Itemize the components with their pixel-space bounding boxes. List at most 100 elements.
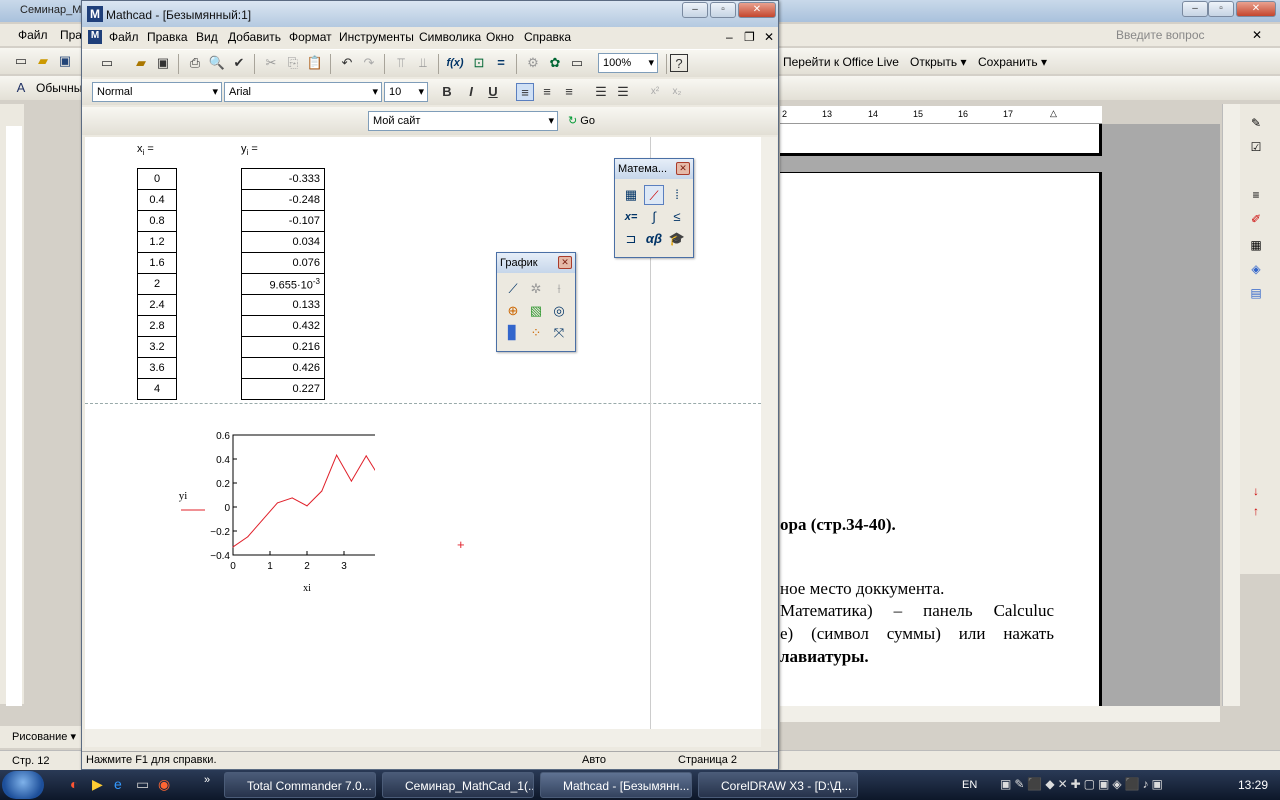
programming-icon[interactable]: ⊐	[621, 229, 641, 249]
spell-check-icon[interactable]: ✔	[230, 54, 248, 72]
insert-function-icon[interactable]: f(x)	[446, 54, 464, 72]
paste-icon[interactable]: 📋	[306, 54, 324, 72]
word-maximize-button[interactable]: ▫	[1208, 1, 1234, 17]
matrix-icon[interactable]: ⁞	[667, 185, 687, 205]
evaluation-icon[interactable]: x=	[621, 207, 641, 227]
open-icon[interactable]: ▰	[132, 54, 150, 72]
align-left-icon[interactable]: ≡	[516, 83, 534, 101]
menu-tools[interactable]: Инструменты	[339, 30, 414, 44]
menu-symbolics[interactable]: Символика	[419, 30, 481, 44]
worksheet-vertical-scrollbar[interactable]	[761, 137, 777, 729]
polar-plot-icon[interactable]: ⊕	[503, 301, 523, 321]
quicklaunch-more-icon[interactable]: »	[204, 774, 210, 786]
redo-icon[interactable]: ↷	[360, 54, 378, 72]
trace-icon[interactable]: ⟊	[549, 279, 569, 299]
menu-window[interactable]: Окно	[486, 30, 514, 44]
graph-palette[interactable]: График ✕ ⟋ ✲ ⟊ ⊕ ▧ ◎ ▊ ⁘ ⤧	[496, 252, 576, 352]
word-menu-edit[interactable]: Пра	[60, 28, 82, 42]
taskbar-item-totalcmd[interactable]: Total Commander 7.0...	[224, 772, 376, 798]
graph-palette-close-icon[interactable]: ✕	[558, 256, 572, 269]
mathcad-maximize-button[interactable]: ▫	[710, 2, 736, 18]
pen-color-icon[interactable]: ✐	[1248, 212, 1264, 226]
menu-help[interactable]: Справка	[524, 30, 571, 44]
new-icon[interactable]: ▭	[98, 54, 116, 72]
word-menu-file[interactable]: Файл	[18, 28, 48, 42]
italic-icon[interactable]: I	[462, 83, 480, 101]
graph-palette-header[interactable]: График ✕	[497, 253, 575, 273]
save-menu[interactable]: Сохранить ▾	[978, 55, 1047, 69]
surface-plot-icon[interactable]: ▧	[526, 301, 546, 321]
doc-close-icon[interactable]: ✕	[764, 30, 774, 44]
office-live-link[interactable]: Перейти к Office Live	[783, 55, 899, 69]
taskbar-item-coreldraw[interactable]: CorelDRAW X3 - [D:\Д...	[698, 772, 858, 798]
indent-marker-icon[interactable]: △	[1050, 108, 1057, 119]
mathcad-titlebar[interactable]: M Mathcad - [Безымянный:1] – ▫ ✕	[82, 1, 778, 27]
menu-edit[interactable]: Правка	[147, 30, 188, 44]
word-vertical-scrollbar[interactable]	[1222, 104, 1240, 706]
open-folder-icon[interactable]: ▰	[34, 52, 52, 70]
math-palette-header[interactable]: Матема... ✕	[615, 159, 693, 179]
align-center-icon[interactable]: ≡	[538, 83, 556, 101]
word-minimize-button[interactable]: –	[1182, 1, 1208, 17]
borders-icon[interactable]: ▦	[1248, 238, 1264, 252]
menu-format[interactable]: Формат	[289, 30, 332, 44]
align-top-icon[interactable]: ⫪	[392, 54, 410, 72]
save-icon[interactable]: ▣	[56, 52, 74, 70]
bold-icon[interactable]: B	[438, 83, 456, 101]
graph-palette-icon[interactable]: ⟋	[644, 185, 664, 205]
calculate-icon[interactable]: =	[492, 54, 510, 72]
math-palette[interactable]: Матема... ✕ ▦ ⟋ ⁞ x= ∫ ≤ ⊐ αβ 🎓	[614, 158, 694, 258]
underline-icon[interactable]: U	[484, 83, 502, 101]
window-icon[interactable]: ▭	[568, 54, 586, 72]
bar-plot-icon[interactable]: ▊	[503, 323, 523, 343]
quicklaunch-chrome-icon[interactable]: ◉	[158, 776, 170, 793]
calculator-icon[interactable]: ▦	[621, 185, 641, 205]
start-button[interactable]	[2, 771, 44, 799]
quicklaunch-desktop-icon[interactable]: ▭	[136, 776, 149, 793]
subscript-icon[interactable]: x₂	[668, 83, 686, 101]
open-menu[interactable]: Открыть ▾	[910, 55, 967, 69]
zoom-select[interactable]: 100%	[598, 53, 658, 73]
font-select[interactable]: Arial	[224, 82, 382, 102]
doc-minimize-icon[interactable]: –	[726, 30, 733, 44]
menu-file[interactable]: Файл	[109, 30, 139, 44]
cut-icon[interactable]: ✂	[262, 54, 280, 72]
taskbar-item-mathcad[interactable]: Mathcad - [Безымянн...	[540, 772, 692, 798]
boolean-icon[interactable]: ≤	[667, 207, 687, 227]
clock[interactable]: 13:29	[1238, 778, 1268, 792]
symbolic-icon[interactable]: 🎓	[667, 229, 687, 249]
tray-icons[interactable]: ▣✎⬛◆✕✚▢▣◈⬛♪▣	[1000, 777, 1166, 791]
help-search-input[interactable]: Введите вопрос	[1116, 28, 1205, 42]
calculus-icon[interactable]: ∫	[644, 207, 664, 227]
table-icon[interactable]: ▤	[1248, 286, 1264, 300]
font-size-select[interactable]: 10	[384, 82, 428, 102]
worksheet-horizontal-scrollbar[interactable]	[85, 729, 761, 747]
quicklaunch-opera-icon[interactable]: ◐	[70, 776, 78, 792]
new-doc-icon[interactable]: ▭	[12, 52, 30, 70]
doc-menu-icon[interactable]: M	[88, 30, 102, 44]
align-down-icon[interactable]: ⫫	[414, 54, 432, 72]
fill-icon[interactable]: ◈	[1248, 262, 1264, 276]
word-close-button[interactable]: ✕	[1236, 1, 1276, 17]
style-select[interactable]: Normal	[92, 82, 222, 102]
print-preview-icon[interactable]: 🔍	[208, 54, 226, 72]
sort-desc-icon[interactable]: ↑	[1248, 504, 1264, 518]
xy-plot[interactable]: 012340.60.40.20−0.2−0.4xiyi	[135, 427, 375, 607]
help-icon[interactable]: ?	[670, 54, 688, 72]
drawing-menu[interactable]: Рисование ▾	[12, 730, 76, 743]
word-style-combo[interactable]: Обычны	[36, 81, 82, 95]
numbering-icon[interactable]: ☰	[614, 83, 632, 101]
undo-icon[interactable]: ↶	[338, 54, 356, 72]
y-result-table[interactable]: -0.333 -0.248 -0.107 0.034 0.076 9.655·1…	[241, 168, 325, 400]
vector-field-icon[interactable]: ⤧	[549, 323, 569, 343]
styles-icon[interactable]: A	[12, 79, 30, 97]
mathcad-minimize-button[interactable]: –	[682, 2, 708, 18]
zoom-icon[interactable]: ✲	[526, 279, 546, 299]
quicklaunch-media-icon[interactable]: ▶	[92, 776, 103, 793]
bullets-icon[interactable]: ☰	[592, 83, 610, 101]
scatter-plot-icon[interactable]: ⁘	[526, 323, 546, 343]
word-horizontal-scrollbar[interactable]	[780, 706, 1220, 722]
y-eval-label[interactable]: yi =	[241, 143, 258, 157]
line-weight-icon[interactable]: ≡	[1248, 188, 1264, 202]
align-right-icon[interactable]: ≡	[560, 83, 578, 101]
